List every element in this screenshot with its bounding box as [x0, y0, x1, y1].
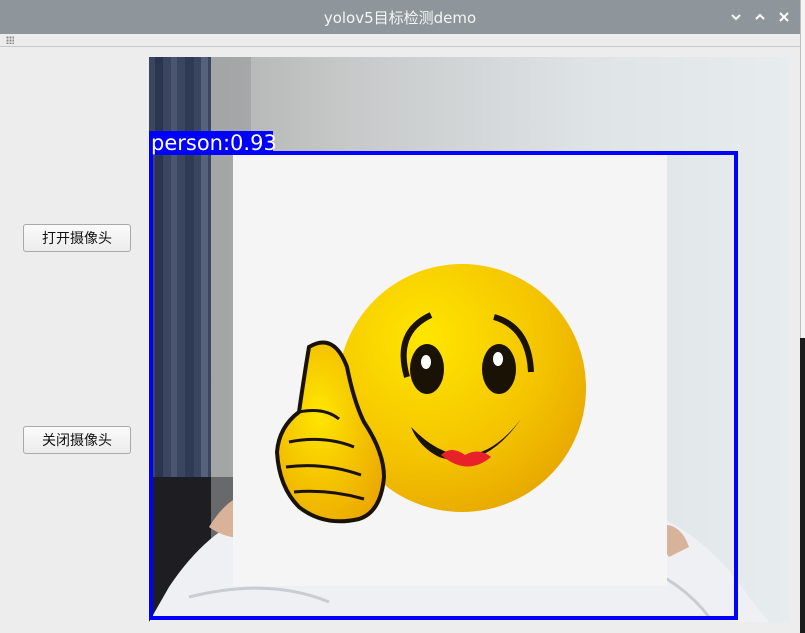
chevron-up-icon — [755, 13, 765, 20]
detection-label: person:0.93 — [151, 131, 277, 155]
close-icon — [779, 12, 789, 22]
maximize-button[interactable] — [751, 8, 769, 26]
window-titlebar: yolov5目标检测demo — [0, 0, 800, 34]
window-title: yolov5目标检测demo — [323, 9, 477, 27]
toolbar-grip-icon[interactable] — [6, 36, 14, 44]
close-camera-button[interactable]: 关闭摄像头 — [23, 426, 131, 454]
camera-feed: person:0.93 — [149, 57, 789, 622]
open-camera-button[interactable]: 打开摄像头 — [23, 224, 131, 252]
chevron-down-icon — [731, 14, 741, 21]
minimize-button[interactable] — [727, 8, 745, 26]
background-terminal-edge — [800, 338, 805, 633]
camera-frame-graphic: person:0.93 — [149, 57, 769, 622]
toolbar-strip — [0, 34, 800, 47]
close-button[interactable] — [775, 8, 793, 26]
